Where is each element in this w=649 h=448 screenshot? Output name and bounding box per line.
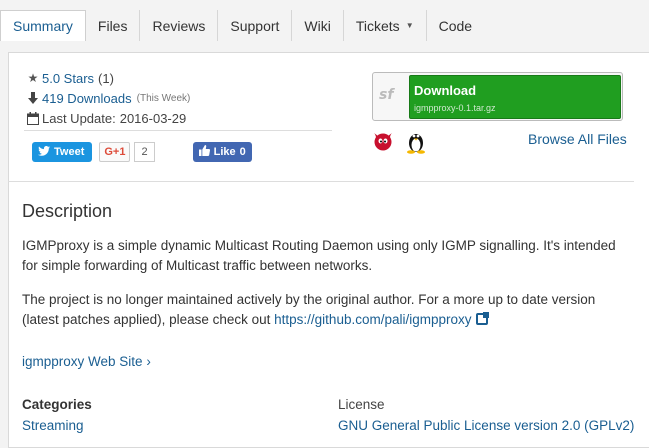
download-button[interactable]: Download igmpproxy-0.1.tar.gz [409,75,621,119]
stars-row: ★ 5.0 Stars (1) [24,68,190,88]
tab-summary[interactable]: Summary [0,10,86,41]
tab-files[interactable]: Files [86,10,141,41]
external-link-icon[interactable] [475,312,489,325]
license-label: License [338,397,385,412]
sourceforge-logo: sf [379,87,394,103]
project-nav: Summary Files Reviews Support Wiki Ticke… [0,0,649,52]
gplus-label: G+1 [104,146,126,158]
project-website-link[interactable]: igmpproxy Web Site › [22,354,151,369]
category-streaming-link[interactable]: Streaming [22,418,84,433]
chevron-right-icon: › [146,354,151,369]
github-link[interactable]: https://github.com/pali/igmpproxy [274,312,471,327]
like-count: 0 [239,146,246,158]
tweet-button[interactable]: Tweet [32,142,93,162]
tab-summary-label: Summary [13,18,73,34]
tab-code[interactable]: Code [427,10,484,41]
calendar-icon [24,111,42,125]
social-buttons: Tweet G+1 2 Like 0 [32,142,252,162]
like-label: Like [213,146,236,158]
description-paragraph-2: The project is no longer maintained acti… [22,290,627,330]
downloads-row: 419 Downloads (This Week) [24,88,190,108]
last-update-date: 2016-03-29 [119,110,187,126]
last-update-label: Last Update: [42,110,116,126]
stats-divider [24,130,332,131]
tab-wiki[interactable]: Wiki [292,10,344,41]
stars-link[interactable]: 5.0 Stars [42,71,94,86]
twitter-bird-icon [38,145,50,159]
categories-label: Categories [22,397,92,412]
downloads-period: (This Week) [136,92,191,104]
tab-reviews[interactable]: Reviews [140,10,219,41]
facebook-like-button[interactable]: Like 0 [192,142,252,162]
description-paragraph-1: IGMPproxy is a simple dynamic Multicast … [22,238,616,273]
platform-icons [372,130,426,157]
description-heading: Description [22,201,113,221]
tab-tickets[interactable]: Tickets ▼ [344,10,427,41]
downloads-link[interactable]: 419 Downloads [42,91,132,106]
download-filename: igmpproxy-0.1.tar.gz [414,103,496,113]
tab-files-label: Files [97,17,128,34]
tab-support[interactable]: Support [218,10,293,41]
linux-icon [406,130,426,157]
gplus-button[interactable]: G+1 [99,142,131,162]
project-stats: ★ 5.0 Stars (1) 419 Downloads (This Week… [24,68,190,128]
star-icon: ★ [27,71,39,85]
stars-count: (1) [98,70,114,86]
last-update-row: Last Update: 2016-03-29 [24,108,190,128]
tab-wiki-label: Wiki [304,17,331,34]
freebsd-icon [372,130,394,157]
download-title: Download [414,83,477,98]
download-arrow-icon [24,91,42,105]
thumbs-up-icon [198,145,210,159]
download-box: sf Download igmpproxy-0.1.tar.gz [372,72,623,121]
caret-down-icon: ▼ [405,21,414,30]
gplus-count: 2 [134,142,155,162]
website-label: igmpproxy Web Site [22,354,143,369]
license-link[interactable]: GNU General Public License version 2.0 (… [338,418,634,433]
tab-tickets-label: Tickets [355,17,400,34]
section-divider [8,181,634,182]
tab-code-label: Code [438,17,473,34]
tweet-label: Tweet [54,146,85,158]
tab-reviews-label: Reviews [152,17,206,34]
tab-support-label: Support [230,17,280,34]
browse-all-files-link[interactable]: Browse All Files [528,131,627,147]
tab-list: Summary Files Reviews Support Wiki Ticke… [0,10,484,41]
